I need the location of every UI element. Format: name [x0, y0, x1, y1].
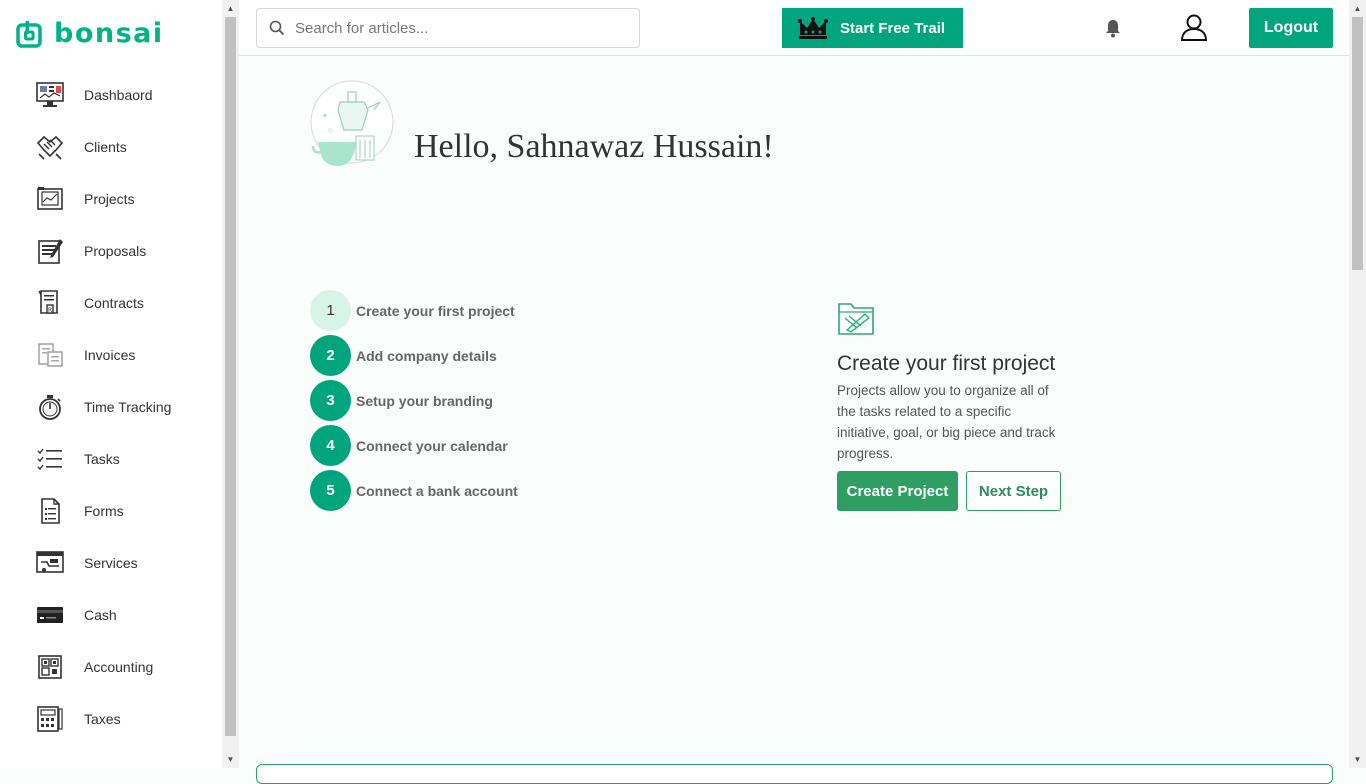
tea-illustration: ✦ ◇: [308, 80, 398, 177]
sidebar-item-projects[interactable]: Projects: [0, 173, 222, 225]
step-label: Connect your calendar: [356, 437, 508, 454]
sidebar-item-contracts[interactable]: R Contracts: [0, 277, 222, 329]
sidebar-item-label: Clients: [84, 139, 127, 155]
create-project-button[interactable]: Create Project: [837, 471, 958, 511]
sidebar-item-services[interactable]: Services: [0, 537, 222, 589]
crown-icon: [798, 17, 828, 39]
sidebar-item-cash[interactable]: Cash: [0, 589, 222, 641]
sidebar-item-label: Taxes: [84, 711, 121, 727]
search-box[interactable]: [256, 8, 640, 48]
sidebar-item-tasks[interactable]: Tasks: [0, 433, 222, 485]
scroll-down-arrow-icon[interactable]: ▼: [222, 751, 239, 768]
sidebar: bonsai Dashbaord Clients Projects Propos…: [0, 0, 222, 768]
next-step-button[interactable]: Next Step: [966, 471, 1061, 511]
sidebar-item-label: Proposals: [84, 243, 147, 259]
step-label: Create your first project: [356, 302, 515, 319]
svg-text:R: R: [48, 307, 52, 314]
sidebar-item-dashboard[interactable]: Dashbaord: [0, 69, 222, 121]
sidebar-item-time-tracking[interactable]: Time Tracking: [0, 381, 222, 433]
start-free-trial-button[interactable]: Start Free Trail: [782, 8, 963, 48]
brand-logo[interactable]: bonsai: [16, 18, 164, 49]
step-number: 5: [310, 470, 351, 511]
services-icon: [36, 549, 64, 577]
invoice-icon: [36, 341, 64, 369]
sidebar-item-forms[interactable]: Forms: [0, 485, 222, 537]
brand-name: bonsai: [54, 18, 164, 49]
projects-icon: [36, 185, 64, 213]
step-label: Connect a bank account: [356, 482, 518, 499]
step-add-company-details[interactable]: 2 Add company details: [310, 333, 518, 378]
sidebar-item-proposals[interactable]: Proposals: [0, 225, 222, 277]
sidebar-item-label: Forms: [84, 503, 124, 519]
sidebar-item-label: Time Tracking: [84, 399, 172, 415]
step-detail-panel: Create your first project Projects allow…: [837, 300, 1067, 511]
bottom-card: [256, 764, 1333, 784]
accounting-icon: [36, 653, 64, 681]
logout-button[interactable]: Logout: [1249, 8, 1333, 48]
step-number: 4: [310, 425, 351, 466]
onboarding-steps: 1 Create your first project 2 Add compan…: [310, 288, 518, 513]
contract-icon: R: [36, 289, 64, 317]
step-detail-description: Projects allow you to organize all of th…: [837, 383, 1056, 461]
greeting-title: Hello, Sahnawaz Hussain!: [414, 128, 774, 165]
scroll-up-arrow-icon[interactable]: ▲: [222, 0, 239, 17]
svg-text:✦: ✦: [322, 112, 328, 120]
bell-icon[interactable]: [1104, 18, 1122, 43]
sidebar-item-label: Projects: [84, 191, 135, 207]
main-scrollbar-thumb[interactable]: [1352, 17, 1363, 270]
sidebar-item-label: Dashbaord: [84, 87, 153, 103]
main-scrollbar[interactable]: ▲ ▼: [1349, 0, 1366, 768]
calculator-icon: [36, 705, 64, 733]
start-free-trial-label: Start Free Trail: [840, 19, 946, 37]
step-number: 3: [310, 380, 351, 421]
step-setup-branding[interactable]: 3 Setup your branding: [310, 378, 518, 423]
sidebar-item-invoices[interactable]: Invoices: [0, 329, 222, 381]
step-connect-calendar[interactable]: 4 Connect your calendar: [310, 423, 518, 468]
bonsai-logo-icon: [16, 20, 42, 48]
step-detail-actions: Create Project Next Step: [837, 471, 1067, 511]
stopwatch-icon: [36, 393, 64, 421]
step-connect-bank-account[interactable]: 5 Connect a bank account: [310, 468, 518, 513]
step-detail-title: Create your first project: [837, 352, 1056, 375]
dashboard-icon: [36, 81, 64, 109]
search-icon: [269, 20, 285, 36]
step-create-project[interactable]: 1 Create your first project: [310, 288, 518, 333]
sidebar-item-label: Contracts: [84, 295, 144, 311]
form-icon: [36, 497, 64, 525]
sidebar-item-label: Accounting: [84, 659, 154, 675]
sidebar-item-label: Services: [84, 555, 138, 571]
sidebar-item-accounting[interactable]: Accounting: [0, 641, 222, 693]
scroll-down-arrow-icon[interactable]: ▼: [1349, 751, 1366, 768]
scroll-up-arrow-icon[interactable]: ▲: [1349, 0, 1366, 17]
sidebar-item-taxes[interactable]: Taxes: [0, 693, 222, 745]
handshake-icon: [36, 133, 64, 161]
user-avatar-icon[interactable]: [1179, 12, 1209, 47]
sidebar-scrollbar[interactable]: ▲ ▼: [222, 0, 239, 768]
sidebar-item-label: Cash: [84, 607, 117, 623]
sidebar-scrollbar-thumb[interactable]: [225, 17, 236, 736]
step-number: 2: [310, 335, 351, 376]
svg-text:◇: ◇: [328, 127, 333, 134]
search-input[interactable]: [295, 19, 615, 37]
step-label: Add company details: [356, 347, 497, 364]
proposal-icon: [36, 237, 64, 265]
sidebar-item-label: Tasks: [84, 451, 120, 467]
step-label: Setup your branding: [356, 392, 493, 409]
sidebar-item-label: Invoices: [84, 347, 136, 363]
checklist-icon: [36, 445, 64, 473]
step-number: 1: [310, 290, 351, 331]
credit-card-icon: [36, 601, 64, 629]
project-folder-icon: [838, 303, 874, 335]
top-bar: Start Free Trail Logout: [239, 0, 1349, 56]
sidebar-nav: Dashbaord Clients Projects Proposals R C…: [0, 69, 222, 745]
sidebar-item-clients[interactable]: Clients: [0, 121, 222, 173]
